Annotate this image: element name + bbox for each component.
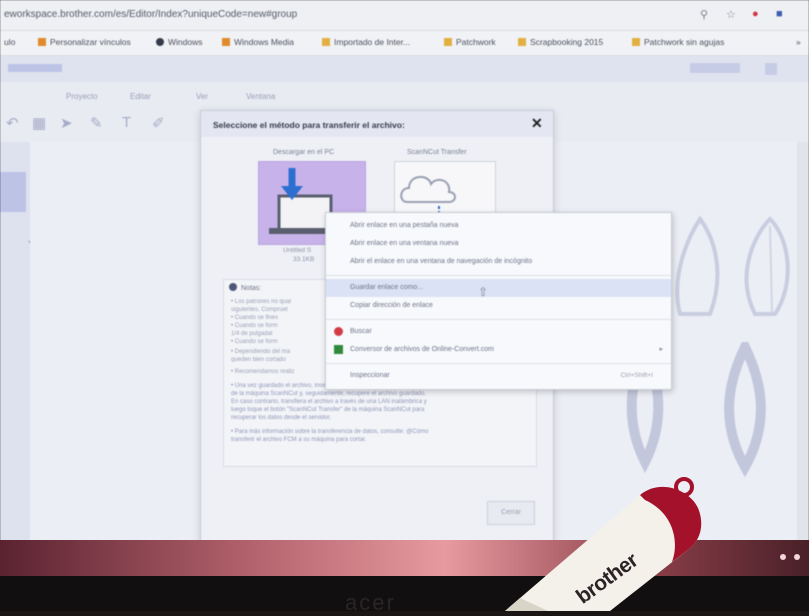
user-avatar[interactable] <box>690 63 740 73</box>
extension-icon-2[interactable]: ■ <box>776 8 783 20</box>
browser-screen: eworkspace.brother.com/es/Editor/Index?u… <box>0 0 809 545</box>
dialog-titlebar: Seleccione el método para transferir el … <box>201 111 553 137</box>
folder-icon <box>444 38 452 46</box>
monitor-brand-logo: acer <box>345 590 396 615</box>
left-panel-tab[interactable] <box>0 172 26 212</box>
menu-editar[interactable]: Editar <box>130 92 151 101</box>
folder-icon <box>38 38 46 46</box>
note-line: En caso contrario, transfiera el archivo… <box>231 399 427 405</box>
monitor-bezel: acer <box>0 576 809 615</box>
note-line: • Los patrones no quar <box>231 299 292 305</box>
taskbar-indicator-icon <box>794 554 800 560</box>
text-icon[interactable]: T <box>122 114 131 131</box>
help-icon[interactable] <box>765 63 777 75</box>
search-icon[interactable]: ⚲ <box>700 8 708 21</box>
convert-extension-icon <box>334 345 343 354</box>
taskbar <box>0 540 809 576</box>
taskbar-indicator-icon <box>780 554 786 560</box>
close-button[interactable]: Cerrar <box>487 501 535 525</box>
canvas-scrollbar[interactable] <box>797 142 809 540</box>
menu-open-new-tab[interactable]: Abrir enlace en una pestaña nueva <box>326 217 671 235</box>
submenu-arrow-icon: ▸ <box>659 346 663 353</box>
scan-option-label: ScanNCut Transfer <box>407 149 467 156</box>
grid-icon[interactable]: ▦ <box>32 114 46 132</box>
bookmark-item[interactable]: Patchwork <box>444 37 496 47</box>
folder-icon <box>632 38 640 46</box>
leaf-shape-top[interactable] <box>670 214 809 324</box>
bookmark-item[interactable]: ulo <box>4 37 15 47</box>
bookmarks-more[interactable]: » <box>796 37 801 47</box>
note-line: de la máquina ScanNCut y, seguidamente, … <box>231 391 427 397</box>
bookmark-item[interactable]: Importado de Inter... <box>322 37 410 47</box>
note-line: • Dependiendo del ma <box>231 349 291 355</box>
note-line: siguientes. Compruet <box>231 307 288 313</box>
menu-inspect[interactable]: Inspeccionar Ctrl+Shift+I <box>326 367 671 385</box>
url-text[interactable]: eworkspace.brother.com/es/Editor/Index?u… <box>4 9 297 20</box>
dialog-title: Seleccione el método para transferir el … <box>213 120 405 130</box>
menu-online-convert[interactable]: Conversor de archivos de Online-Convert.… <box>326 341 671 359</box>
menu-save-link-as[interactable]: Guardar enlace como... <box>326 279 671 297</box>
pointer-icon[interactable]: ➤ <box>60 114 73 132</box>
note-line: • Recomendamos realiz <box>231 369 295 375</box>
bookmarks-bar: ulo Personalizar vínculos Windows Window… <box>0 31 809 56</box>
app-header <box>0 56 809 82</box>
info-icon <box>229 283 237 291</box>
note-line: luego toque el botón "ScanNCut Transfer"… <box>231 407 425 413</box>
note-line: • Para más información sobre la transfer… <box>231 429 429 435</box>
note-line: • Cuando se form <box>231 339 278 345</box>
note-line: • Cuando se form <box>231 323 278 329</box>
brush-icon[interactable]: ✐ <box>152 114 165 132</box>
file-name: Untitled S <box>283 247 312 254</box>
context-menu: Abrir enlace en una pestaña nueva Abrir … <box>325 212 672 390</box>
menu-separator <box>326 319 671 320</box>
folder-icon <box>222 38 230 46</box>
note-line: • Cuando se fines <box>231 315 279 321</box>
inspect-shortcut: Ctrl+Shift+I <box>620 372 653 379</box>
menu-copy-link[interactable]: Copiar dirección de enlace <box>326 297 671 315</box>
globe-icon <box>156 38 164 46</box>
notes-title: Notas: <box>229 283 261 292</box>
note-line: transferir el archivo FCM a su máquina p… <box>231 437 367 443</box>
bookmark-item[interactable]: Windows <box>156 37 202 47</box>
bookmark-item[interactable]: Patchwork sin agujas <box>632 37 724 47</box>
bookmark-item[interactable]: Windows Media <box>222 37 294 47</box>
bookmark-item[interactable]: Personalizar vínculos <box>38 37 131 47</box>
menu-separator <box>326 275 671 276</box>
app-logo <box>8 64 62 72</box>
menu-ver[interactable]: Ver <box>196 92 208 101</box>
note-line: 1/4 de pulgadat <box>231 331 273 337</box>
menu-search[interactable]: Buscar <box>326 323 671 341</box>
menu-open-incognito[interactable]: Abrir el enlace en una ventana de navega… <box>326 253 671 271</box>
file-size: 33.1KB <box>293 256 315 263</box>
menu-proyecto[interactable]: Proyecto <box>66 92 98 101</box>
mouse-cursor-icon: ⇧ <box>478 285 489 299</box>
note-line: recuperar los datos desde el servidor. <box>231 415 332 421</box>
extension-icon[interactable]: ● <box>752 8 759 20</box>
bookmark-item[interactable]: Scrapbooking 2015 <box>518 37 603 47</box>
pen-icon[interactable]: ✎ <box>90 114 103 132</box>
menu-ventana[interactable]: Ventana <box>246 92 275 101</box>
search-extension-icon <box>334 327 343 336</box>
menu-separator <box>326 363 671 364</box>
close-icon[interactable]: ✕ <box>531 115 543 132</box>
download-option-label: Descargar en el PC <box>273 149 335 156</box>
undo-icon[interactable]: ↶ <box>6 114 19 132</box>
menu-open-new-window[interactable]: Abrir enlace en una ventana nueva <box>326 235 671 253</box>
folder-icon <box>518 38 526 46</box>
folder-icon <box>322 38 330 46</box>
address-bar[interactable]: eworkspace.brother.com/es/Editor/Index?u… <box>0 0 809 31</box>
star-icon[interactable]: ☆ <box>726 8 736 21</box>
note-line: queden bien cortado <box>231 357 286 363</box>
